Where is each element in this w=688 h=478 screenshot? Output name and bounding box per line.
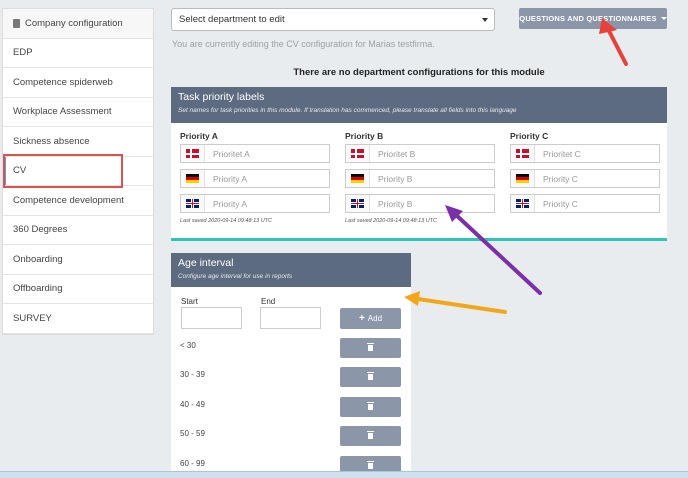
dk-flag-icon (511, 145, 535, 162)
priority-field-value: Priority C (543, 198, 578, 209)
priority-label: Priority B (345, 131, 384, 141)
de-flag-icon (511, 170, 535, 187)
last-saved-text: Last saved 2020-09-14 09:48:13 UTC (345, 218, 438, 224)
priority-field[interactable]: Prioritet B (345, 144, 495, 163)
priority-label: Priority C (510, 131, 549, 141)
priority-label: Priority A (180, 131, 218, 141)
trash-icon (367, 461, 374, 469)
age-range-item: 30 - 39 (180, 370, 205, 379)
dk-flag-icon (181, 145, 205, 162)
sidebar-item-360-degrees[interactable]: 360 Degrees (3, 216, 153, 245)
gb-flag-icon (181, 195, 205, 212)
sidebar-item-label: Onboarding (13, 253, 63, 265)
task-priority-header: Task priority labels Set names for task … (171, 87, 667, 123)
last-saved-text: Last saved 2020-09-14 09:48:13 UTC (180, 218, 273, 224)
de-flag-icon (346, 170, 370, 187)
de-flag-icon (181, 170, 205, 187)
priority-field-value: Prioritet A (213, 148, 250, 159)
start-input[interactable] (181, 307, 242, 329)
priority-field[interactable]: Prioritet A (180, 144, 330, 163)
gb-flag-icon (346, 195, 370, 212)
priority-field[interactable]: Priority A (180, 169, 330, 188)
priority-field[interactable]: Priority C (510, 169, 660, 188)
caret-down-icon (660, 17, 667, 20)
building-icon (13, 18, 20, 28)
sidebar-item-label: SURVEY (13, 312, 52, 324)
plus-icon: + (358, 313, 365, 324)
sidebar-item-edp[interactable]: EDP (3, 39, 153, 68)
priority-a-column: Priority A Prioritet A Priority A Priori… (180, 131, 330, 224)
priority-field[interactable]: Priority C (510, 194, 660, 213)
sidebar-item-label: Workplace Assessment (13, 106, 112, 118)
priority-field-value: Priority A (213, 173, 248, 184)
sidebar-item-label: Competence spiderweb (13, 76, 113, 88)
add-button[interactable]: + Add (340, 308, 401, 329)
age-interval-header: Age interval Configure age interval for … (171, 253, 411, 287)
sidebar-item-label: EDP (13, 47, 33, 59)
add-button-label: Add (367, 314, 383, 323)
age-range-item: < 30 (180, 341, 196, 350)
task-priority-subtitle: Set names for task priorities in this mo… (178, 107, 517, 114)
sidebar-item-offboarding[interactable]: Offboarding (3, 275, 153, 304)
task-priority-panel: Task priority labels Set names for task … (171, 87, 667, 241)
sidebar-item-label: Company configuration (25, 17, 123, 29)
priority-field-value: Priority B (378, 198, 413, 209)
delete-button[interactable] (340, 426, 401, 446)
priority-field[interactable]: Priority A (180, 194, 330, 213)
sidebar-item-workplace-assessment[interactable]: Workplace Assessment (3, 98, 153, 127)
sidebar-item-label: 360 Degrees (13, 224, 68, 236)
delete-button[interactable] (340, 338, 401, 358)
task-priority-title: Task priority labels (178, 91, 265, 103)
end-label: End (261, 297, 276, 306)
trash-icon (367, 372, 374, 380)
sidebar-item-survey[interactable]: SURVEY (3, 304, 153, 334)
sidebar-item-label: Offboarding (13, 283, 63, 295)
age-range-item: 40 - 49 (180, 400, 205, 409)
age-interval-subtitle: Configure age interval for use in report… (178, 273, 293, 280)
age-interval-title: Age interval (178, 257, 234, 269)
sidebar-item-label: Competence development (13, 194, 124, 206)
questions-button-label: QUESTIONS AND QUESTIONNAIRES (519, 14, 657, 23)
priority-field-value: Prioritet B (378, 148, 416, 159)
sidebar-item-company-configuration[interactable]: Company configuration (3, 9, 153, 39)
delete-button[interactable] (340, 397, 401, 417)
priority-field-value: Priority C (543, 173, 578, 184)
department-select-value: Select department to edit (179, 14, 285, 25)
trash-icon (367, 402, 374, 410)
sidebar-item-sickness-absence[interactable]: Sickness absence (3, 127, 153, 157)
cv-highlight-box (3, 154, 123, 188)
orange-arrow-icon (404, 291, 507, 314)
priority-field[interactable]: Priority B (345, 169, 495, 188)
chevron-down-icon (482, 18, 488, 22)
age-range-item: 60 - 99 (180, 459, 205, 468)
priority-c-column: Priority C Prioritet C Priority C Priori… (510, 131, 660, 219)
gb-flag-icon (511, 195, 535, 212)
sidebar-item-label: Sickness absence (13, 135, 90, 147)
sidebar-item-onboarding[interactable]: Onboarding (3, 245, 153, 275)
department-select[interactable]: Select department to edit (171, 8, 495, 31)
no-config-message: There are no department configurations f… (293, 67, 545, 78)
priority-field-value: Priority B (378, 173, 413, 184)
dk-flag-icon (346, 145, 370, 162)
trash-icon (367, 343, 374, 351)
delete-button[interactable] (340, 367, 401, 387)
age-interval-panel: Age interval Configure age interval for … (171, 253, 411, 478)
start-label: Start (181, 297, 198, 306)
end-input[interactable] (260, 307, 321, 329)
priority-field-value: Prioritet C (543, 148, 581, 159)
taskbar (0, 471, 688, 478)
age-range-item: 50 - 59 (180, 429, 205, 438)
trash-icon (367, 431, 374, 439)
sidebar-item-competence-spiderweb[interactable]: Competence spiderweb (3, 68, 153, 98)
priority-field-value: Priority A (213, 198, 248, 209)
questions-and-questionnaires-button[interactable]: QUESTIONS AND QUESTIONNAIRES (519, 8, 667, 29)
priority-field[interactable]: Priority B (345, 194, 495, 213)
priority-b-column: Priority B Prioritet B Priority B Priori… (345, 131, 495, 224)
priority-field[interactable]: Prioritet C (510, 144, 660, 163)
editing-note: You are currently editing the CV configu… (172, 39, 435, 49)
sidebar-item-competence-development[interactable]: Competence development (3, 186, 153, 216)
